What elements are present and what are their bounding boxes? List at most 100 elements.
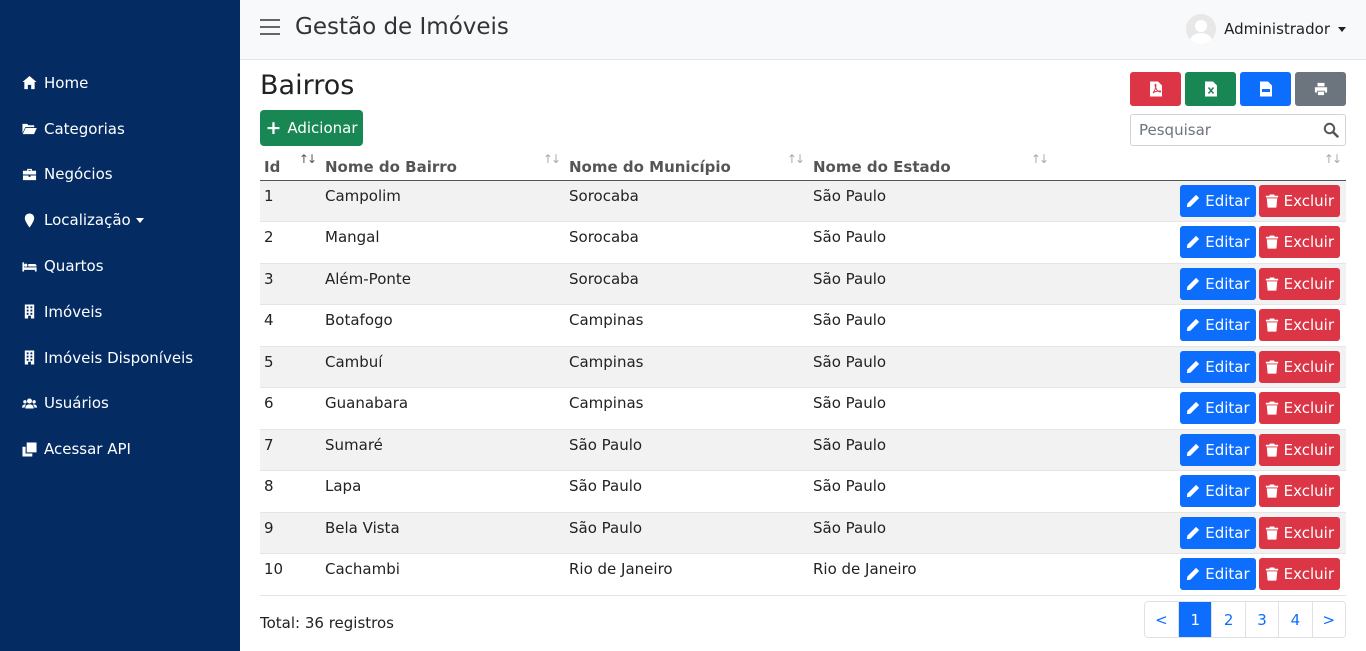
sidebar-item-home[interactable]: Home (0, 60, 240, 106)
edit-button[interactable]: Editar (1180, 350, 1256, 383)
pagination-page-1[interactable]: 1 (1178, 602, 1212, 637)
edit-button[interactable]: Editar (1180, 433, 1256, 466)
edit-button-label: Editar (1205, 565, 1250, 583)
cell-actions: Editar Excluir (1053, 221, 1346, 264)
cell-bairro: Guanabara (321, 387, 565, 430)
edit-button-label: Editar (1205, 399, 1250, 417)
table-row: 10 Cachambi Rio de Janeiro Rio de Janeiro Ed… (260, 553, 1346, 596)
cell-id: 3 (260, 263, 321, 305)
export-excel-button[interactable] (1185, 72, 1236, 106)
delete-button-label: Excluir (1283, 482, 1334, 500)
column-header-bairro[interactable]: Nome do Bairro ↑↓ (321, 152, 565, 181)
users-icon (20, 395, 38, 411)
sidebar-item-categorias[interactable]: Categorias (0, 106, 240, 152)
column-header-estado[interactable]: Nome do Estado ↑↓ (809, 152, 1053, 181)
pagination-page-3[interactable]: 3 (1244, 602, 1279, 637)
delete-button-label: Excluir (1283, 357, 1334, 376)
sidebar-item-acessar-api[interactable]: Acessar API (0, 426, 240, 472)
cell-bairro: Cachambi (321, 553, 565, 596)
edit-button[interactable]: Editar (1180, 475, 1256, 507)
pagination-next[interactable]: > (1311, 602, 1345, 637)
edit-button[interactable]: Editar (1180, 309, 1256, 341)
delete-button[interactable]: Excluir (1258, 226, 1340, 258)
edit-button[interactable]: Editar (1180, 226, 1256, 258)
edit-button[interactable]: Editar (1180, 267, 1256, 300)
edit-button[interactable]: Editar (1180, 516, 1256, 549)
trash-icon (1265, 484, 1284, 498)
sidebar-item-label: Localização (44, 211, 131, 230)
delete-button[interactable]: Excluir (1258, 184, 1340, 217)
app-title: Gestão de Imóveis (295, 14, 509, 40)
edit-button[interactable]: Editar (1180, 392, 1256, 424)
pencil-icon (1186, 360, 1205, 374)
delete-button[interactable]: Excluir (1258, 267, 1340, 300)
column-header-municipio[interactable]: Nome do Município ↑↓ (565, 152, 809, 181)
cell-actions: Editar Excluir (1053, 512, 1346, 554)
delete-button[interactable]: Excluir (1258, 350, 1340, 383)
cell-id: 1 (260, 180, 321, 222)
page-title: Bairros (260, 70, 355, 101)
sidebar-item-label: Usuários (44, 394, 109, 413)
cell-actions: Editar Excluir (1053, 304, 1346, 347)
sidebar-item-imoveis-disponiveis[interactable]: Imóveis Disponíveis (0, 335, 240, 381)
edit-button[interactable]: Editar (1180, 558, 1256, 590)
table-body: 1 Campolim Sorocaba São Paulo Editar Excluir 2… (260, 180, 1346, 596)
delete-button[interactable]: Excluir (1258, 475, 1340, 507)
cell-municipio: São Paulo (565, 470, 809, 513)
export-pdf-button[interactable] (1130, 72, 1181, 106)
sidebar-item-label: Acessar API (44, 440, 131, 459)
menu-toggle-icon[interactable] (260, 19, 280, 37)
trash-icon (1265, 235, 1284, 249)
top-bar: Gestão de Imóveis Administrador (240, 0, 1366, 60)
file-pdf-icon (1149, 81, 1162, 97)
cell-id: 7 (260, 429, 321, 471)
home-icon (20, 75, 38, 91)
cell-municipio: Campinas (565, 346, 809, 388)
user-menu[interactable]: Administrador (1186, 14, 1346, 44)
sidebar-menu: Home Categorias Negócios Localização Qua… (0, 60, 240, 472)
sort-icon: ↑↓ (542, 152, 561, 166)
cell-bairro: Lapa (321, 470, 565, 513)
chevron-down-icon (135, 217, 144, 223)
pencil-icon (1186, 443, 1205, 457)
print-button[interactable] (1295, 72, 1346, 106)
sidebar-item-imoveis[interactable]: Imóveis (0, 289, 240, 335)
cell-municipio: Sorocaba (565, 263, 809, 305)
pagination-page-4[interactable]: 4 (1278, 602, 1312, 637)
sidebar-item-negocios[interactable]: Negócios (0, 152, 240, 198)
sidebar-item-localizacao[interactable]: Localização (0, 197, 240, 243)
pencil-icon (1186, 235, 1205, 249)
sidebar-item-usuarios[interactable]: Usuários (0, 381, 240, 427)
delete-button[interactable]: Excluir (1258, 309, 1340, 341)
cell-bairro: Botafogo (321, 304, 565, 347)
cell-id: 9 (260, 512, 321, 554)
pagination-prev[interactable]: < (1144, 602, 1179, 637)
delete-button[interactable]: Excluir (1258, 558, 1340, 590)
delete-button[interactable]: Excluir (1258, 433, 1340, 466)
search-icon[interactable] (1323, 122, 1339, 138)
cell-id: 4 (260, 304, 321, 347)
pagination-page-2[interactable]: 2 (1211, 602, 1245, 637)
delete-button[interactable]: Excluir (1258, 516, 1340, 549)
add-button[interactable]: + Adicionar (260, 110, 363, 146)
cell-id: 5 (260, 346, 321, 388)
trash-icon (1265, 401, 1284, 415)
cell-actions: Editar Excluir (1053, 553, 1346, 596)
cell-id: 8 (260, 470, 321, 513)
export-csv-button[interactable] (1240, 72, 1291, 106)
table-row: 7 Sumaré São Paulo São Paulo Editar Excluir (260, 429, 1346, 471)
edit-button-label: Editar (1205, 316, 1250, 334)
edit-button-label: Editar (1205, 523, 1250, 542)
pencil-icon (1186, 484, 1205, 498)
delete-button[interactable]: Excluir (1258, 392, 1340, 424)
column-header-id[interactable]: Id ↑↓ (260, 152, 321, 181)
cell-bairro: Além-Ponte (321, 263, 565, 305)
pencil-icon (1186, 526, 1205, 540)
trash-icon (1265, 359, 1284, 374)
column-header-actions[interactable]: ↑↓ (1053, 152, 1346, 181)
sidebar-item-quartos[interactable]: Quartos (0, 243, 240, 289)
cell-municipio: Campinas (565, 387, 809, 430)
search-input[interactable] (1131, 115, 1311, 145)
pencil-icon (1186, 194, 1205, 208)
edit-button[interactable]: Editar (1180, 184, 1256, 217)
